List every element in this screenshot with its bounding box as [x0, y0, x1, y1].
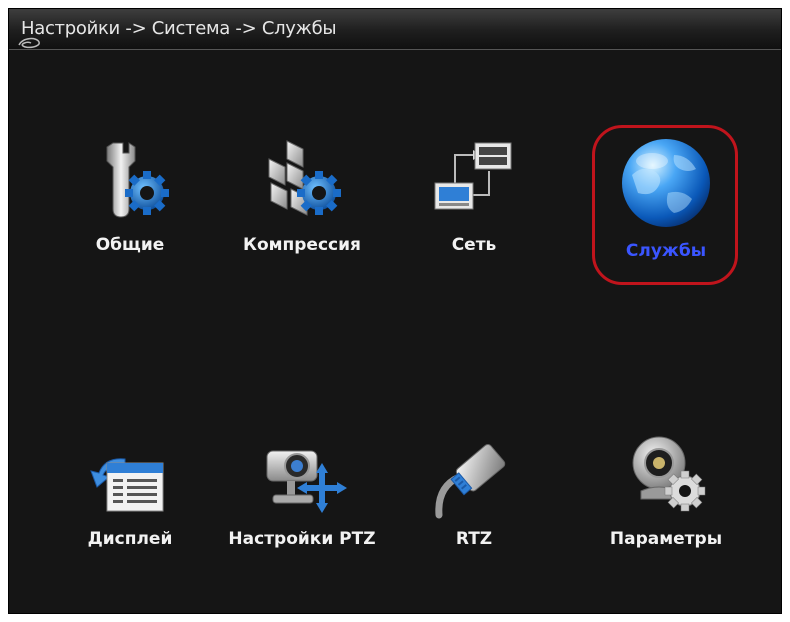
menu-item-label: Параметры — [609, 529, 723, 549]
wrench-gear-icon — [106, 142, 169, 218]
menu-item-label: RTZ — [455, 529, 493, 549]
menu-item-parameters[interactable]: Параметры — [581, 429, 751, 549]
menu-item-network[interactable]: Сеть — [389, 135, 559, 255]
ptz-camera-icon — [266, 450, 347, 513]
menu-item-compression[interactable]: Компрессия — [217, 135, 387, 255]
display-window-icon — [90, 458, 164, 512]
title-bar: Настройки -> Система -> Службы — [9, 9, 781, 50]
mouse-cursor-icon — [18, 37, 40, 49]
globe-icon — [622, 139, 710, 227]
menu-item-ptz-settings[interactable]: Настройки PTZ — [217, 429, 387, 549]
settings-window: Настройки -> Система -> Службы Общие Ком… — [8, 8, 782, 614]
menu-item-label: Сеть — [451, 235, 497, 255]
breadcrumb: Настройки -> Система -> Службы — [21, 18, 337, 39]
menu-item-display[interactable]: Дисплей — [45, 429, 215, 549]
menu-item-label: Дисплей — [87, 529, 173, 549]
menu-item-label: Настройки PTZ — [228, 529, 376, 549]
menu-item-label: Общие — [95, 235, 165, 255]
cable-connector-icon — [435, 443, 506, 519]
menu-item-label: Компрессия — [243, 235, 361, 255]
webcam-gear-icon — [632, 436, 706, 512]
menu-item-services[interactable]: Службы — [581, 135, 751, 261]
network-computers-icon — [434, 142, 512, 210]
menu-item-rtz[interactable]: RTZ — [389, 429, 559, 549]
menu-item-general[interactable]: Общие — [45, 135, 215, 255]
menu-item-label: Службы — [625, 241, 707, 261]
blocks-gear-icon — [268, 140, 341, 216]
